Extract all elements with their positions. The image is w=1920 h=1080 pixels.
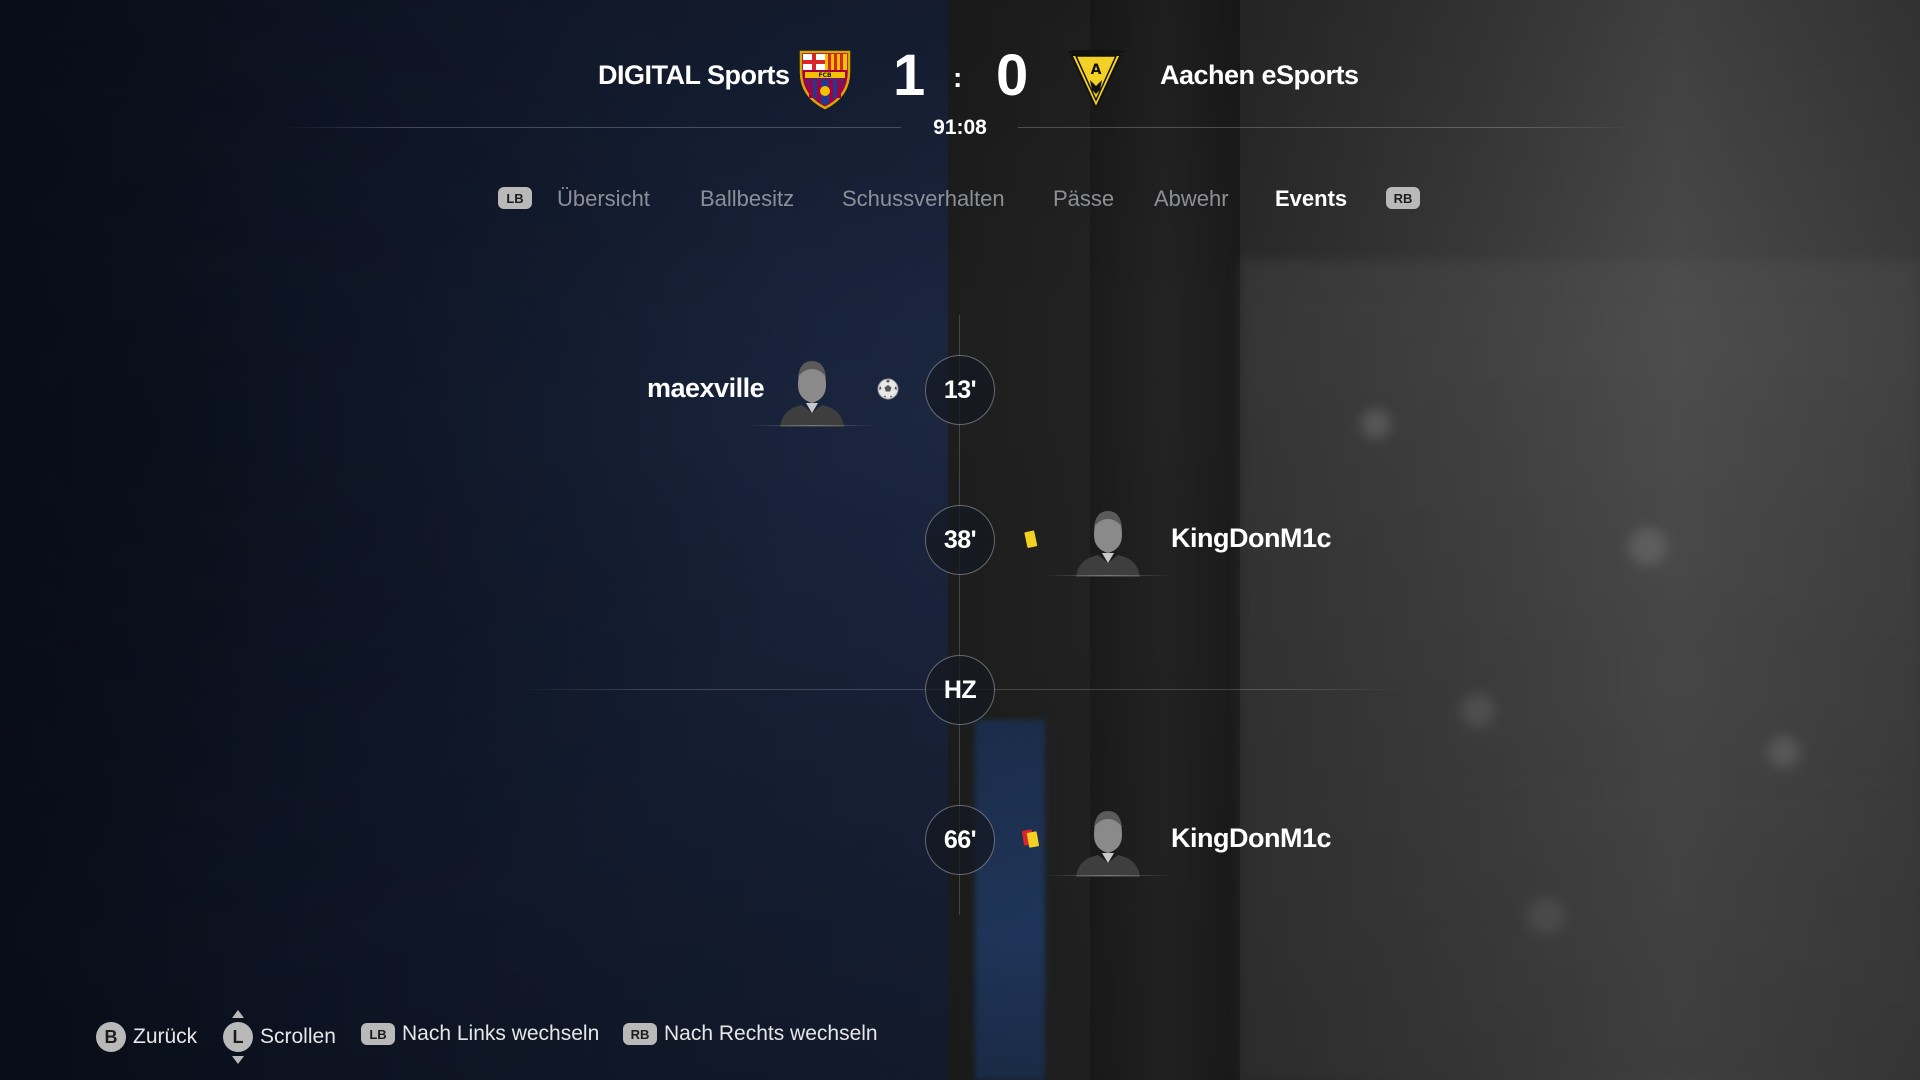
home-score: 1 bbox=[893, 43, 926, 108]
player-avatar bbox=[780, 361, 844, 427]
avatar-underline bbox=[1043, 575, 1173, 576]
switch-right-label: Nach Rechts wechseln bbox=[664, 1022, 878, 1045]
event-player-name: maexville bbox=[647, 373, 765, 403]
tab-abwehr[interactable]: Abwehr bbox=[1154, 186, 1229, 212]
avatar-underline bbox=[748, 425, 878, 426]
tab-ballbesitz[interactable]: Ballbesitz bbox=[700, 186, 794, 212]
scoreboard: DIGITAL Sports FCB 1 : 0 A Aachen eSport… bbox=[0, 0, 1920, 140]
switch-left-hint[interactable]: LB Nach Links wechseln bbox=[361, 1022, 599, 1046]
tab-paesse[interactable]: Pässe bbox=[1053, 186, 1114, 212]
l-stick-button: L bbox=[223, 1022, 253, 1052]
switch-left-label: Nach Links wechseln bbox=[402, 1022, 600, 1045]
event-player-name: KingDonM1c bbox=[1171, 823, 1332, 853]
svg-text:A: A bbox=[1091, 62, 1102, 78]
event-minute-badge: 66' bbox=[925, 805, 995, 875]
tab-schussverhalten[interactable]: Schussverhalten bbox=[842, 186, 1005, 212]
match-clock: 91:08 bbox=[933, 116, 987, 139]
rb-button-hint-icon[interactable]: RB bbox=[1386, 187, 1420, 209]
left-stick-icon: L bbox=[223, 1010, 253, 1064]
event-minute-badge: 38' bbox=[925, 505, 995, 575]
yellow-card-icon bbox=[1024, 530, 1038, 548]
event-minute-badge: 13' bbox=[925, 355, 995, 425]
arrow-down-icon bbox=[232, 1056, 244, 1064]
player-avatar bbox=[1076, 511, 1140, 577]
tab-events[interactable]: Events bbox=[1275, 186, 1347, 212]
avatar-underline bbox=[1043, 875, 1173, 876]
tab-uebersicht[interactable]: Übersicht bbox=[557, 186, 650, 212]
arrow-up-icon bbox=[232, 1010, 244, 1018]
fc-barcelona-crest-icon: FCB bbox=[799, 50, 851, 110]
rb-button-icon: RB bbox=[623, 1023, 657, 1045]
alemannia-aachen-crest-icon: A bbox=[1068, 50, 1124, 110]
switch-right-hint[interactable]: RB Nach Rechts wechseln bbox=[623, 1022, 878, 1046]
back-hint[interactable]: B Zurück bbox=[96, 1022, 197, 1052]
controller-hints-footer: B Zurück L Scrollen LB Nach Links wechse… bbox=[0, 1008, 1920, 1068]
halftime-badge: HZ bbox=[925, 655, 995, 725]
away-team-name: Aachen eSports bbox=[1160, 60, 1359, 90]
lb-button-hint-icon[interactable]: LB bbox=[498, 187, 532, 209]
yellow-red-card-icon bbox=[1021, 829, 1039, 848]
svg-text:FCB: FCB bbox=[818, 72, 832, 79]
back-label: Zurück bbox=[133, 1025, 198, 1048]
score-separator: : bbox=[953, 62, 963, 93]
scroll-hint[interactable]: L Scrollen bbox=[223, 1010, 336, 1064]
event-player-name: KingDonM1c bbox=[1171, 523, 1332, 553]
away-score: 0 bbox=[996, 43, 1029, 108]
lb-button-icon: LB bbox=[361, 1023, 395, 1045]
home-team-name: DIGITAL Sports bbox=[598, 60, 790, 90]
stats-tabs: LB Übersicht Ballbesitz Schussverhalten … bbox=[0, 184, 1920, 214]
player-avatar bbox=[1076, 811, 1140, 877]
soccer-ball-icon bbox=[877, 378, 899, 400]
b-button-icon: B bbox=[96, 1022, 126, 1052]
scroll-label: Scrollen bbox=[260, 1025, 336, 1048]
